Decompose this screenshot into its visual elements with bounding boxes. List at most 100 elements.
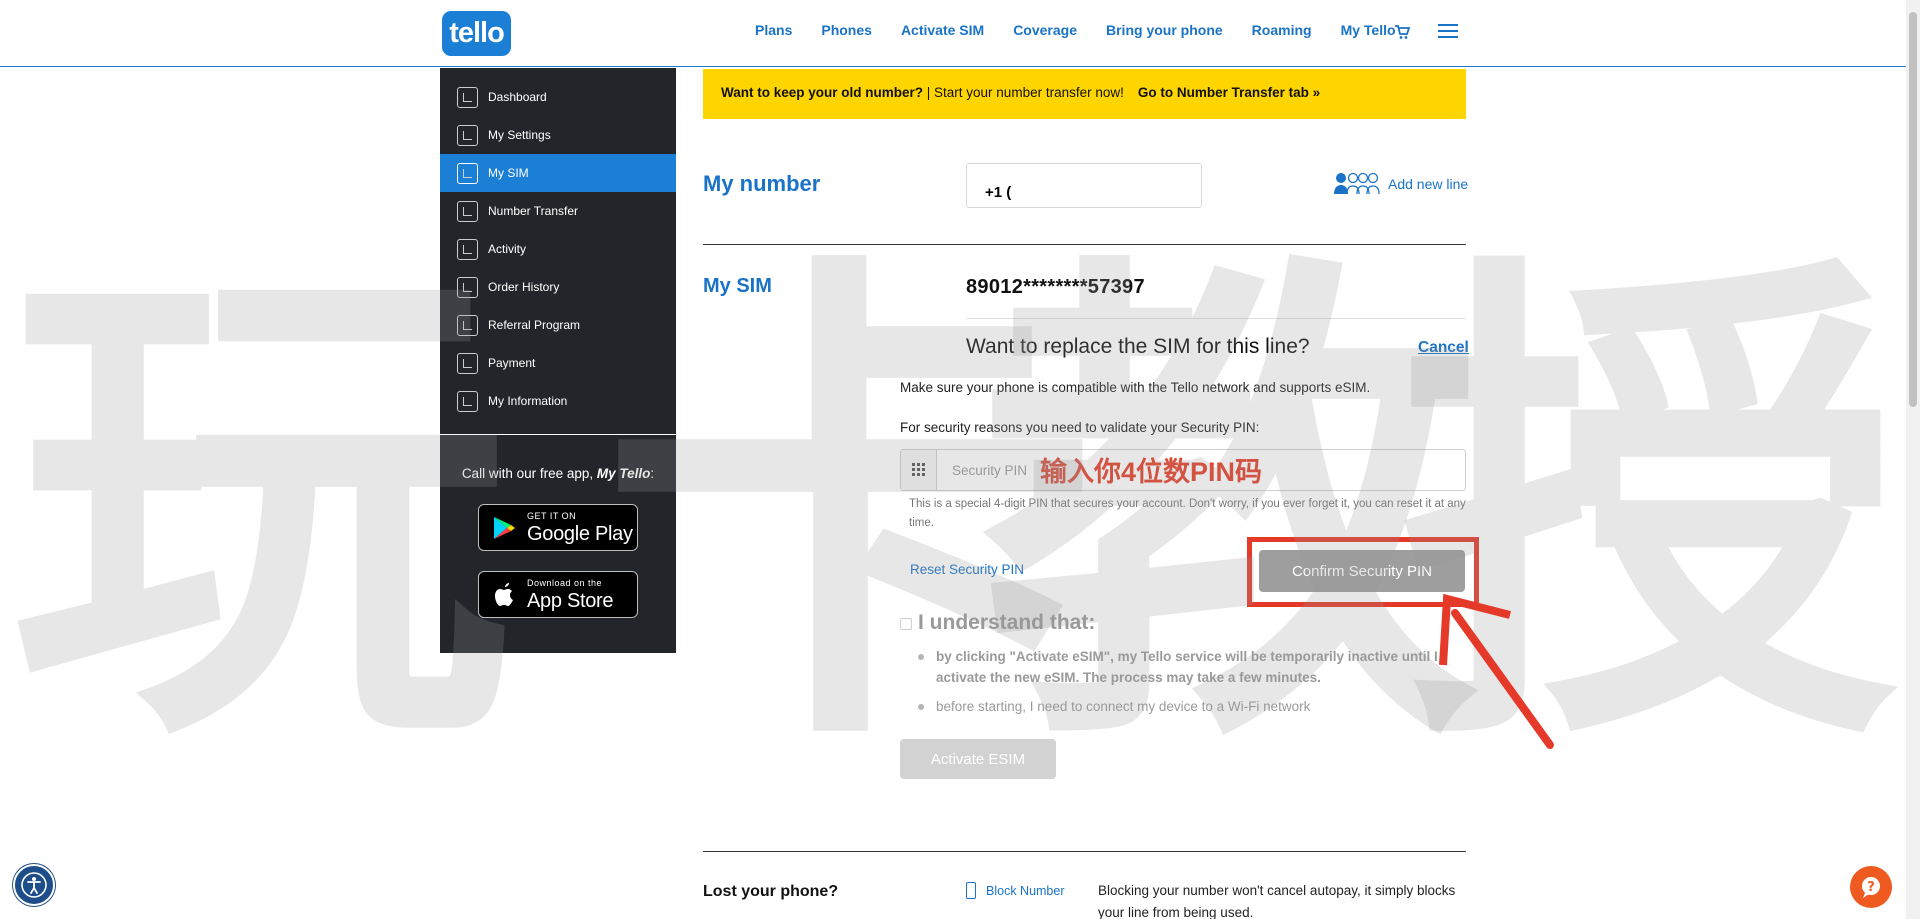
keypad-icon (901, 450, 937, 490)
sidebar-menu: Dashboard My Settings My SIM Number Transfe… (440, 68, 676, 420)
google-play-button[interactable]: GET IT ON Google Play (478, 504, 638, 551)
nav-coverage[interactable]: Coverage (1013, 22, 1077, 38)
referral-icon (457, 314, 478, 336)
banner-question: Want to keep your old number? (721, 85, 924, 100)
cancel-link[interactable]: Cancel (1418, 339, 1469, 357)
google-play-icon (494, 517, 515, 539)
activity-icon (457, 238, 478, 260)
help-question-icon: ? (1862, 877, 1880, 898)
sidebar-item-label: Payment (488, 356, 536, 370)
banner-separator: | (923, 85, 935, 100)
dashboard-icon (457, 86, 478, 108)
sidebar-item-dashboard[interactable]: Dashboard (440, 78, 676, 116)
app-store-small: Download on the (527, 578, 603, 588)
activate-esim-button[interactable]: Activate ESIM (900, 739, 1056, 779)
replace-sim-question: Want to replace the SIM for this line? (966, 335, 1310, 358)
nav-phones[interactable]: Phones (821, 22, 872, 38)
pin-help-text: This is a special 4-digit PIN that secur… (909, 498, 1466, 529)
list-item: before starting, I need to connect my de… (918, 696, 1438, 717)
apple-icon (495, 583, 513, 606)
nav-my-tello[interactable]: My Tello (1341, 22, 1396, 38)
understand-title: I understand that: (918, 611, 1096, 634)
lost-phone-label: Lost your phone? (703, 883, 839, 900)
security-pin-group (900, 449, 1466, 491)
help-chat-button[interactable]: ? (1850, 866, 1892, 908)
sidebar-item-payment[interactable]: Payment (440, 344, 676, 382)
annotation-arrow-icon (1439, 593, 1554, 749)
number-transfer-link[interactable]: Go to Number Transfer tab » (1138, 85, 1320, 100)
scrollbar-thumb[interactable] (1909, 12, 1917, 407)
security-pin-instructions: For security reasons you need to validat… (900, 420, 1260, 435)
sidebar-item-number-transfer[interactable]: Number Transfer (440, 192, 676, 230)
accessibility-button[interactable] (13, 864, 55, 906)
list-item: by clicking "Activate eSIM", my Tello se… (918, 646, 1438, 688)
sidebar-item-label: Referral Program (488, 318, 581, 332)
free-app-suffix: : (650, 466, 655, 481)
sidebar-item-label: Order History (488, 280, 560, 294)
order-history-icon (457, 276, 478, 298)
block-number-link[interactable]: Block Number (966, 882, 1065, 899)
banner-text: Start your number transfer now! (934, 85, 1124, 100)
page-scrollbar[interactable] (1906, 0, 1920, 919)
block-number-description: Blocking your number won't cancel autopa… (1098, 883, 1456, 919)
user-icon (457, 390, 478, 412)
sidebar-item-label: Dashboard (488, 90, 547, 104)
sidebar-item-label: My SIM (488, 166, 529, 180)
number-transfer-banner: Want to keep your old number? | Start yo… (703, 69, 1466, 119)
accessibility-icon (21, 872, 47, 898)
add-new-line-label: Add new line (1388, 176, 1469, 192)
sidebar-item-my-settings[interactable]: My Settings (440, 116, 676, 154)
sidebar-item-label: My Settings (488, 128, 551, 142)
sidebar-item-activity[interactable]: Activity (440, 230, 676, 268)
sidebar-divider (440, 434, 676, 435)
compatibility-text: Make sure your phone is compatible with … (900, 380, 1371, 395)
sidebar-item-label: Activity (488, 242, 527, 256)
nav-activate-sim[interactable]: Activate SIM (901, 22, 984, 38)
security-pin-input[interactable] (938, 450, 1465, 490)
my-sim-label: My SIM (703, 275, 772, 297)
watermark-char: 玩 (10, 230, 510, 789)
phone-number-field[interactable] (966, 163, 1202, 208)
sidebar-item-order-history[interactable]: Order History (440, 268, 676, 306)
sidebar-item-my-information[interactable]: My Information (440, 382, 676, 420)
section-divider (703, 851, 1466, 852)
sim-divider (966, 318, 1466, 319)
reset-security-pin-link[interactable]: Reset Security PIN (910, 562, 1024, 577)
sim-iccid: 89012********57397 (966, 276, 1145, 298)
tello-logo[interactable]: tello (442, 11, 511, 56)
understand-checkbox[interactable] (900, 618, 912, 630)
svg-text:?: ? (1867, 880, 1875, 895)
block-number-label: Block Number (986, 883, 1065, 898)
hamburger-menu-icon[interactable] (1438, 24, 1458, 40)
nav-roaming[interactable]: Roaming (1252, 22, 1312, 38)
top-navigation-bar: tello Plans Phones Activate SIM Coverage… (0, 0, 1920, 67)
number-transfer-icon (457, 200, 478, 222)
free-app-text: Call with our free app, My Tello: (440, 466, 676, 481)
main-nav: Plans Phones Activate SIM Coverage Bring… (755, 22, 1396, 38)
phone-icon (966, 882, 976, 899)
section-divider (703, 244, 1466, 245)
google-play-big: Google Play (527, 523, 633, 545)
my-number-label: My number (703, 171, 821, 196)
understand-list: by clicking "Activate eSIM", my Tello se… (918, 646, 1438, 725)
app-store-button[interactable]: Download on the App Store (478, 571, 638, 618)
settings-icon (457, 124, 478, 146)
free-app-prefix: Call with our free app, (461, 466, 597, 481)
google-play-small: GET IT ON (527, 511, 577, 521)
add-line-people-icon (1334, 172, 1380, 195)
sidebar-item-label: My Information (488, 394, 568, 408)
sidebar-item-referral-program[interactable]: Referral Program (440, 306, 676, 344)
nav-plans[interactable]: Plans (755, 22, 792, 38)
free-app-brand: My Tello (596, 466, 651, 481)
sidebar-item-label: Number Transfer (488, 204, 579, 218)
sidebar-item-my-sim[interactable]: My SIM (440, 154, 676, 192)
cart-icon[interactable] (1394, 24, 1410, 40)
app-store-big: App Store (527, 590, 614, 612)
add-new-line-link[interactable]: Add new line (1334, 172, 1468, 196)
nav-bring-your-phone[interactable]: Bring your phone (1106, 22, 1223, 38)
sim-icon (457, 162, 478, 184)
payment-icon (457, 352, 478, 374)
confirm-security-pin-button[interactable]: Confirm Security PIN (1259, 550, 1465, 592)
watermark-overlay: 玩 卡 教 授 (0, 260, 1920, 820)
account-sidebar: Dashboard My Settings My SIM Number Transfe… (440, 68, 676, 653)
